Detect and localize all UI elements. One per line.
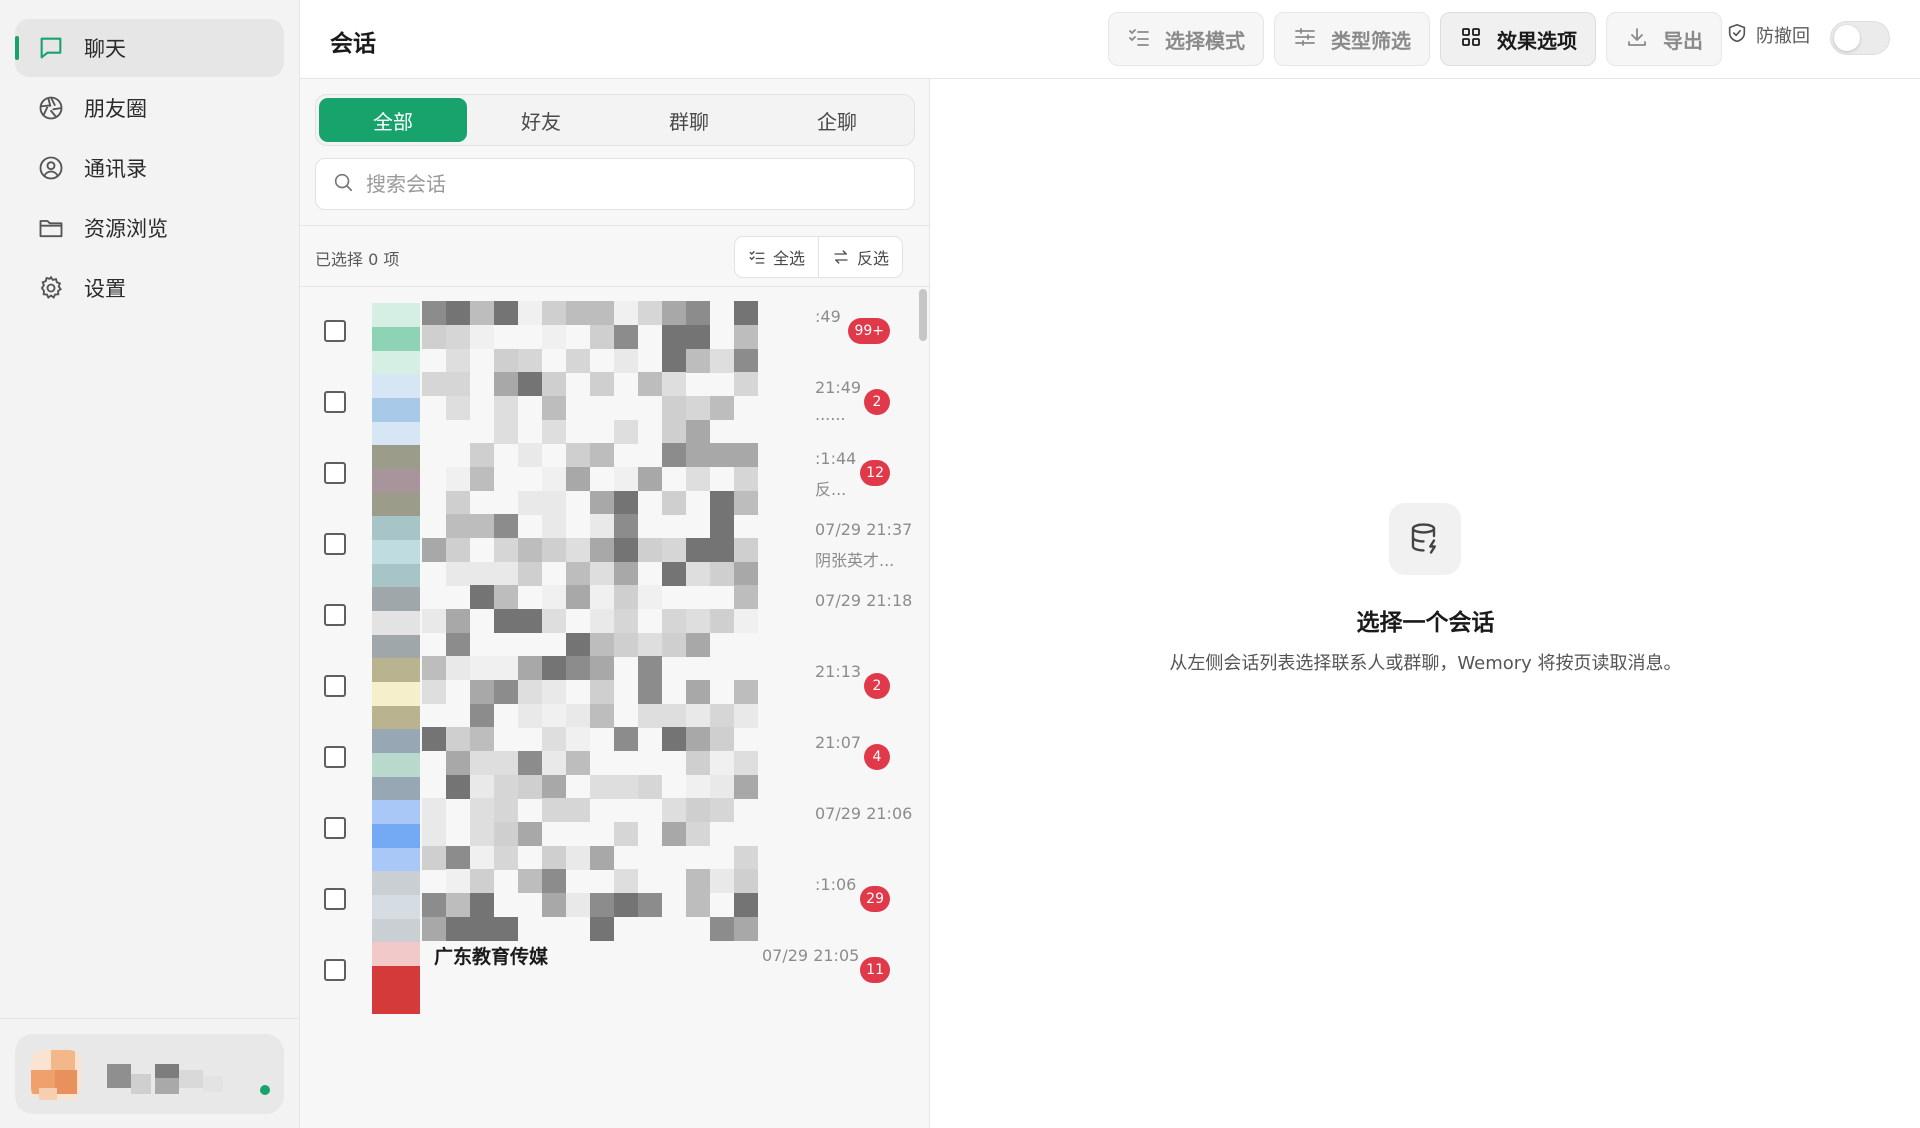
conversation-time: 21:13 xyxy=(815,662,862,681)
conversation-time: 21:49 xyxy=(815,378,862,397)
sliders-icon xyxy=(1293,25,1317,53)
row-checkbox[interactable] xyxy=(324,320,346,342)
nav-label: 设置 xyxy=(84,277,126,301)
nav-item-resources[interactable]: 资源浏览 xyxy=(15,199,284,257)
tab-friends[interactable]: 好友 xyxy=(467,98,615,142)
selection-count: 已选择 0 项 xyxy=(315,250,400,269)
nav-label: 聊天 xyxy=(84,37,126,61)
tab-groups[interactable]: 群聊 xyxy=(615,98,763,142)
invert-label: 反选 xyxy=(857,249,890,268)
unread-badge: 11 xyxy=(860,957,890,983)
unread-badge: 29 xyxy=(860,886,890,912)
row-checkbox[interactable] xyxy=(324,533,346,555)
conversation-time: 07/29 21:18 xyxy=(815,591,913,610)
conversation-name: 广东教育传媒 xyxy=(434,946,549,968)
database-icon xyxy=(1389,503,1461,575)
select-mode-label: 选择模式 xyxy=(1165,28,1245,53)
anti-recall-label: 防撤回 xyxy=(1756,26,1810,47)
tab-all[interactable]: 全部 xyxy=(319,98,467,142)
effect-options-button[interactable]: 效果选项 xyxy=(1440,12,1596,66)
conversation-time: 07/29 21:05 xyxy=(762,946,860,965)
unread-badge: 99+ xyxy=(848,318,890,344)
export-button[interactable]: 导出 xyxy=(1606,12,1722,66)
scrollbar-thumb[interactable] xyxy=(919,289,927,341)
grid-icon xyxy=(1459,25,1483,53)
search-input[interactable] xyxy=(366,172,886,196)
effect-options-label: 效果选项 xyxy=(1497,28,1577,53)
toggle-knob xyxy=(1834,25,1860,51)
checklist-icon xyxy=(749,251,765,264)
select-all-button[interactable]: 全选 xyxy=(735,237,818,277)
page-title: 会话 xyxy=(330,31,376,57)
select-mode-button[interactable]: 选择模式 xyxy=(1108,12,1264,66)
nav-item-chat[interactable]: 聊天 xyxy=(15,19,284,77)
conversation-time: 07/29 21:06 xyxy=(815,804,913,823)
row-checkbox[interactable] xyxy=(324,675,346,697)
unread-badge: 2 xyxy=(864,389,890,415)
unread-badge: 12 xyxy=(860,460,890,486)
unread-badge: 2 xyxy=(864,673,890,699)
user-card[interactable] xyxy=(15,1034,284,1114)
chat-empty-state: 选择一个会话 从左侧会话列表选择联系人或群聊，Wemory 将按页读取消息。 xyxy=(931,79,1920,1128)
select-all-label: 全选 xyxy=(773,249,806,268)
download-icon xyxy=(1625,25,1649,53)
unread-badge: 4 xyxy=(864,744,890,770)
row-checkbox[interactable] xyxy=(324,391,346,413)
conversation-time: :1:06 xyxy=(815,875,857,894)
conversation-time: :49 xyxy=(815,307,841,326)
row-checkbox[interactable] xyxy=(324,888,346,910)
folder-icon xyxy=(37,214,65,242)
nav-label: 朋友圈 xyxy=(84,97,147,121)
invert-selection-button[interactable]: 反选 xyxy=(818,237,902,277)
search-box xyxy=(315,158,915,210)
sidebar-footer xyxy=(0,1018,300,1128)
row-checkbox[interactable] xyxy=(324,746,346,768)
search-icon xyxy=(332,171,354,197)
conversation-type-tabs: 全部 好友 群聊 企聊 xyxy=(315,94,915,146)
nav-item-contacts[interactable]: 通讯录 xyxy=(15,139,284,197)
conversation-time: 21:07 xyxy=(815,733,862,752)
anti-recall-label-group: 防撤回 xyxy=(1726,22,1810,48)
anti-recall-toggle[interactable] xyxy=(1830,21,1890,55)
empty-state-description: 从左侧会话列表选择联系人或群聊，Wemory 将按页读取消息。 xyxy=(1169,653,1682,674)
conversation-panel: 全部 好友 群聊 企聊 已选择 0 项 全选 反选 :49 99+ 21:49...… xyxy=(300,79,930,1128)
row-checkbox[interactable] xyxy=(324,959,346,981)
nav-label: 通讯录 xyxy=(84,157,147,181)
conversation-preview: 阴张英才... xyxy=(815,551,895,570)
conversation-preview: 反... xyxy=(815,480,847,499)
type-filter-button[interactable]: 类型筛选 xyxy=(1274,12,1430,66)
empty-state-title: 选择一个会话 xyxy=(1356,610,1495,636)
conversation-preview: ...... xyxy=(815,405,846,424)
swap-icon xyxy=(834,250,848,264)
row-checkbox[interactable] xyxy=(324,817,346,839)
nav-item-moments[interactable]: 朋友圈 xyxy=(15,79,284,137)
selection-bar: 已选择 0 项 全选 反选 xyxy=(300,225,929,287)
export-label: 导出 xyxy=(1663,28,1703,53)
gear-icon xyxy=(37,274,65,302)
conversation-time: :1:44 xyxy=(815,449,857,468)
shield-check-icon xyxy=(1726,22,1748,48)
checklist-icon xyxy=(1127,25,1151,53)
user-circle-icon xyxy=(37,154,65,182)
conversation-time: 07/29 21:37 xyxy=(815,520,913,539)
online-status-dot xyxy=(260,1085,270,1095)
chat-bubble-icon xyxy=(37,34,65,62)
sidebar: 聊天 朋友圈 通讯录 资源浏览 设置 xyxy=(0,0,300,1128)
toolbar: 会话 选择模式 类型筛选 效果选项 导出 防撤回 xyxy=(300,0,1920,79)
conversation-list: :49 99+ 21:49...... 2 :1:44 反... 12 07/29 21:37… xyxy=(300,287,929,1128)
row-checkbox[interactable] xyxy=(324,462,346,484)
conversation-row[interactable]: 广东教育传媒 07/29 21:05 11 xyxy=(300,928,922,1015)
aperture-icon xyxy=(37,94,65,122)
avatar xyxy=(31,1050,81,1100)
row-checkbox[interactable] xyxy=(324,604,346,626)
selection-buttons: 全选 反选 xyxy=(734,236,904,278)
nav-label: 资源浏览 xyxy=(84,217,168,241)
tab-enterprise[interactable]: 企聊 xyxy=(763,98,911,142)
user-name-masked xyxy=(107,1064,227,1094)
type-filter-label: 类型筛选 xyxy=(1331,28,1411,53)
nav-item-settings[interactable]: 设置 xyxy=(15,259,284,317)
avatar xyxy=(362,934,822,1024)
